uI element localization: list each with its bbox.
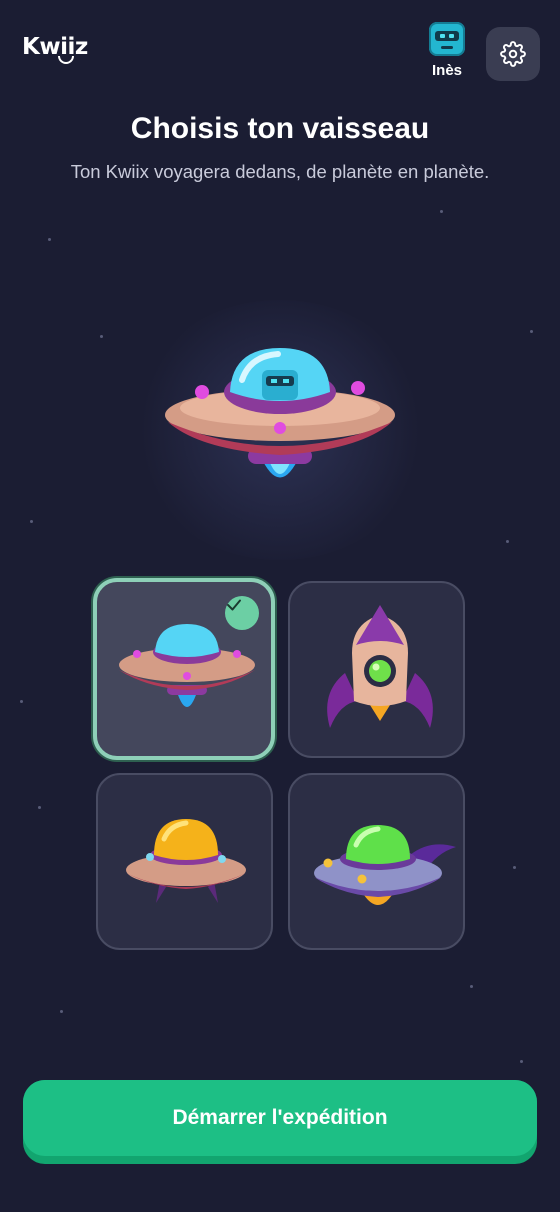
- ship-option-ufo-yellow-dome[interactable]: [96, 773, 273, 950]
- ufo-green-dome-icon: [314, 825, 456, 905]
- ship-option-ufo-green-dome[interactable]: [288, 773, 465, 950]
- ufo-yellow-dome-icon: [126, 819, 246, 903]
- ship-option-ufo-blue-dome[interactable]: [93, 578, 275, 760]
- rocket-purple-icon: [327, 605, 433, 728]
- profile-name: Inès: [431, 62, 462, 79]
- robot-avatar-icon: [429, 22, 465, 56]
- ship-option-rocket-purple[interactable]: [288, 581, 465, 758]
- gear-icon: [500, 41, 526, 67]
- start-expedition-button[interactable]: Démarrer l'expédition: [23, 1080, 537, 1164]
- settings-button[interactable]: [486, 27, 540, 81]
- page-subtitle: Ton Kwiix voyagera dedans, de planète en…: [70, 161, 490, 182]
- checkmark-icon: [225, 596, 259, 630]
- profile-button[interactable]: Inès: [422, 22, 472, 79]
- selected-ship-preview: [165, 348, 395, 478]
- logo-smile-mark: [58, 56, 74, 64]
- kwiiz-logo: Kwiiz: [22, 34, 88, 60]
- start-expedition-label: Démarrer l'expédition: [23, 1080, 537, 1156]
- page-title: Choisis ton vaisseau: [130, 112, 430, 145]
